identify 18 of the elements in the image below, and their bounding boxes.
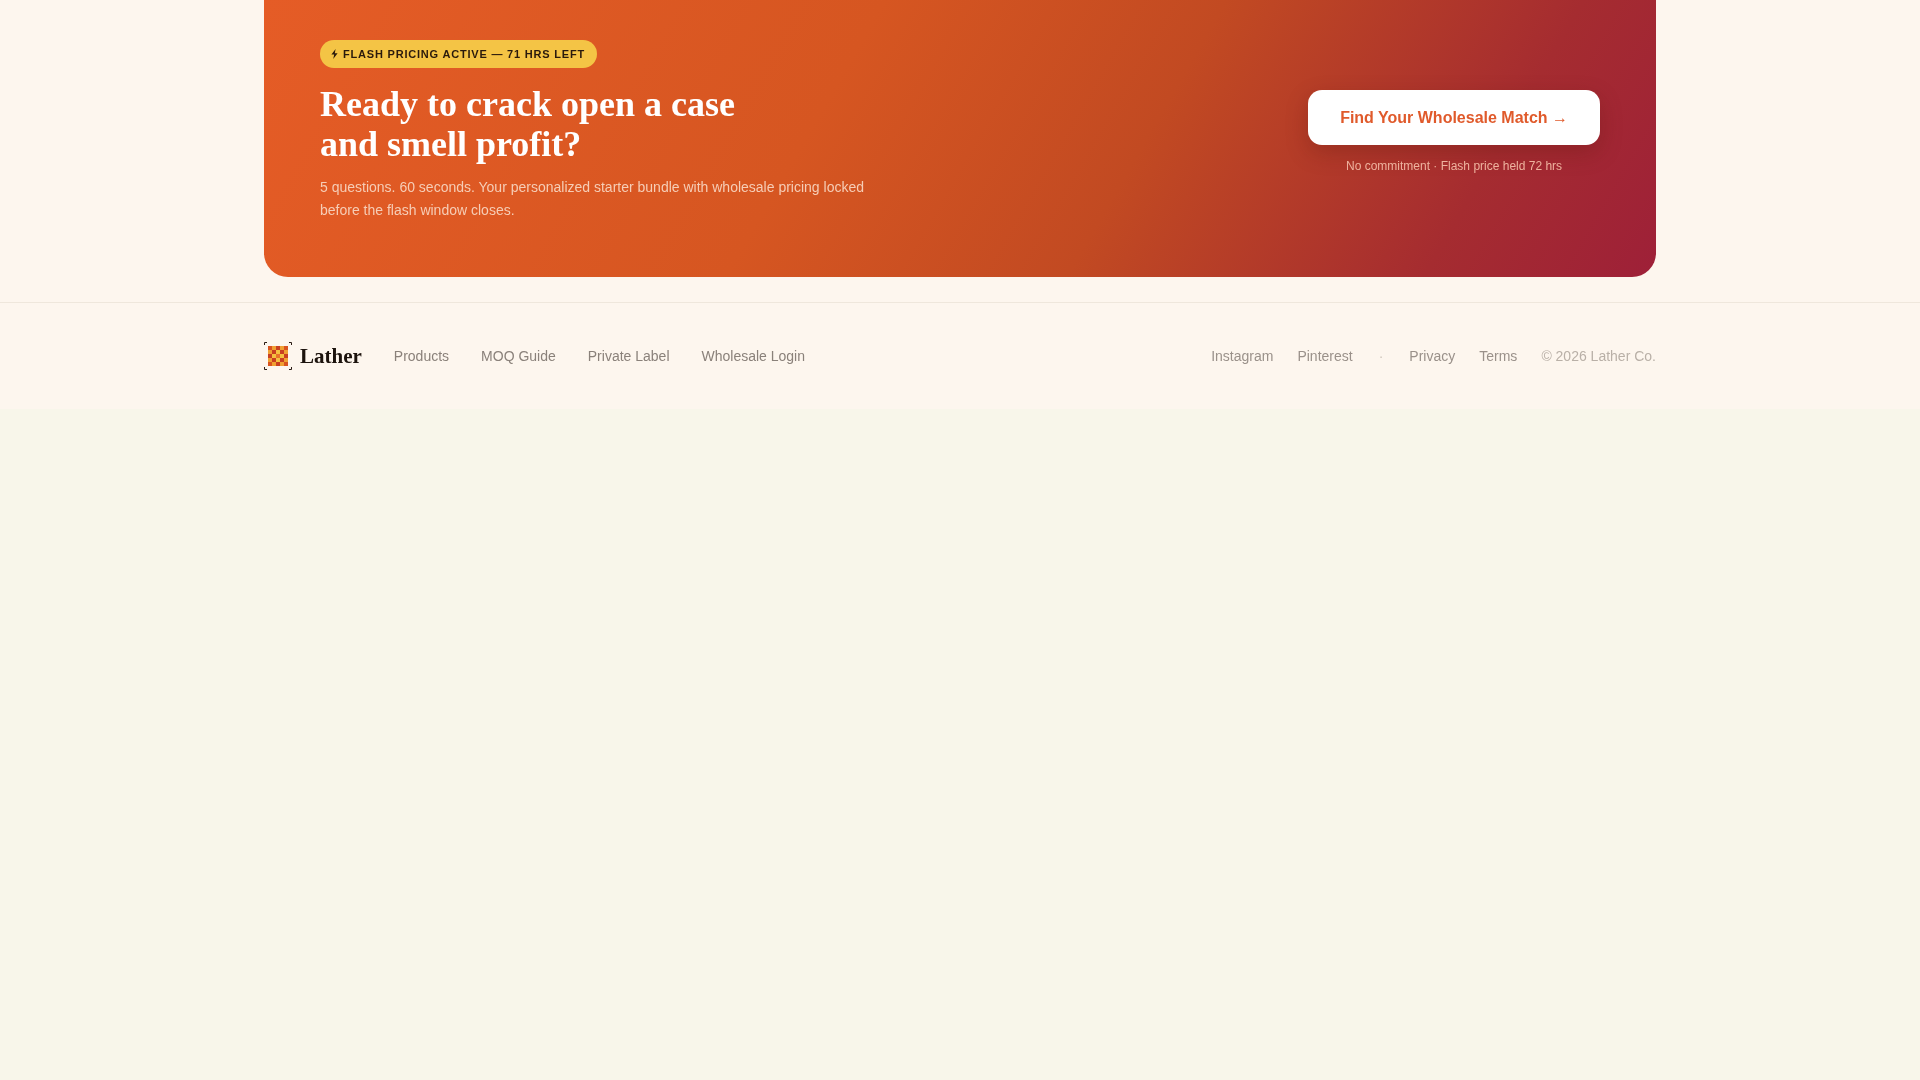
footer-nav-link[interactable]: Wholesale Login bbox=[701, 347, 805, 365]
wholesale-match-button[interactable]: Find Your Wholesale Match → bbox=[1308, 90, 1600, 145]
social-link[interactable]: Instagram bbox=[1211, 347, 1274, 365]
legal-link[interactable]: Terms bbox=[1479, 347, 1518, 365]
social-link[interactable]: Pinterest bbox=[1297, 347, 1353, 365]
lightning-bolt-icon bbox=[331, 49, 338, 59]
banner-heading: Ready to crack open a case and smell profit? bbox=[320, 84, 736, 164]
footer-nav-link[interactable]: Private Label bbox=[587, 347, 670, 365]
legal-link[interactable]: Privacy bbox=[1409, 347, 1456, 365]
footer-nav-link[interactable]: MOQ Guide bbox=[481, 347, 556, 365]
brand-name: Lather bbox=[300, 343, 362, 369]
flash-pricing-badge: FLASH PRICING ACTIVE — 71 HRS LEFT bbox=[320, 40, 597, 68]
copyright-text: © 2026 Lather Co. bbox=[1541, 347, 1656, 365]
dot-separator: · bbox=[1377, 347, 1385, 365]
footer-nav-link[interactable]: Products bbox=[393, 347, 450, 365]
cta-note: No commitment · Flash price held 72 hrs bbox=[1346, 159, 1563, 173]
banner-description: 5 questions. 60 seconds. Your personalized starter bundle with wholesale pricing locked before the flash window closes. bbox=[320, 178, 865, 220]
logo-icon bbox=[264, 342, 292, 370]
